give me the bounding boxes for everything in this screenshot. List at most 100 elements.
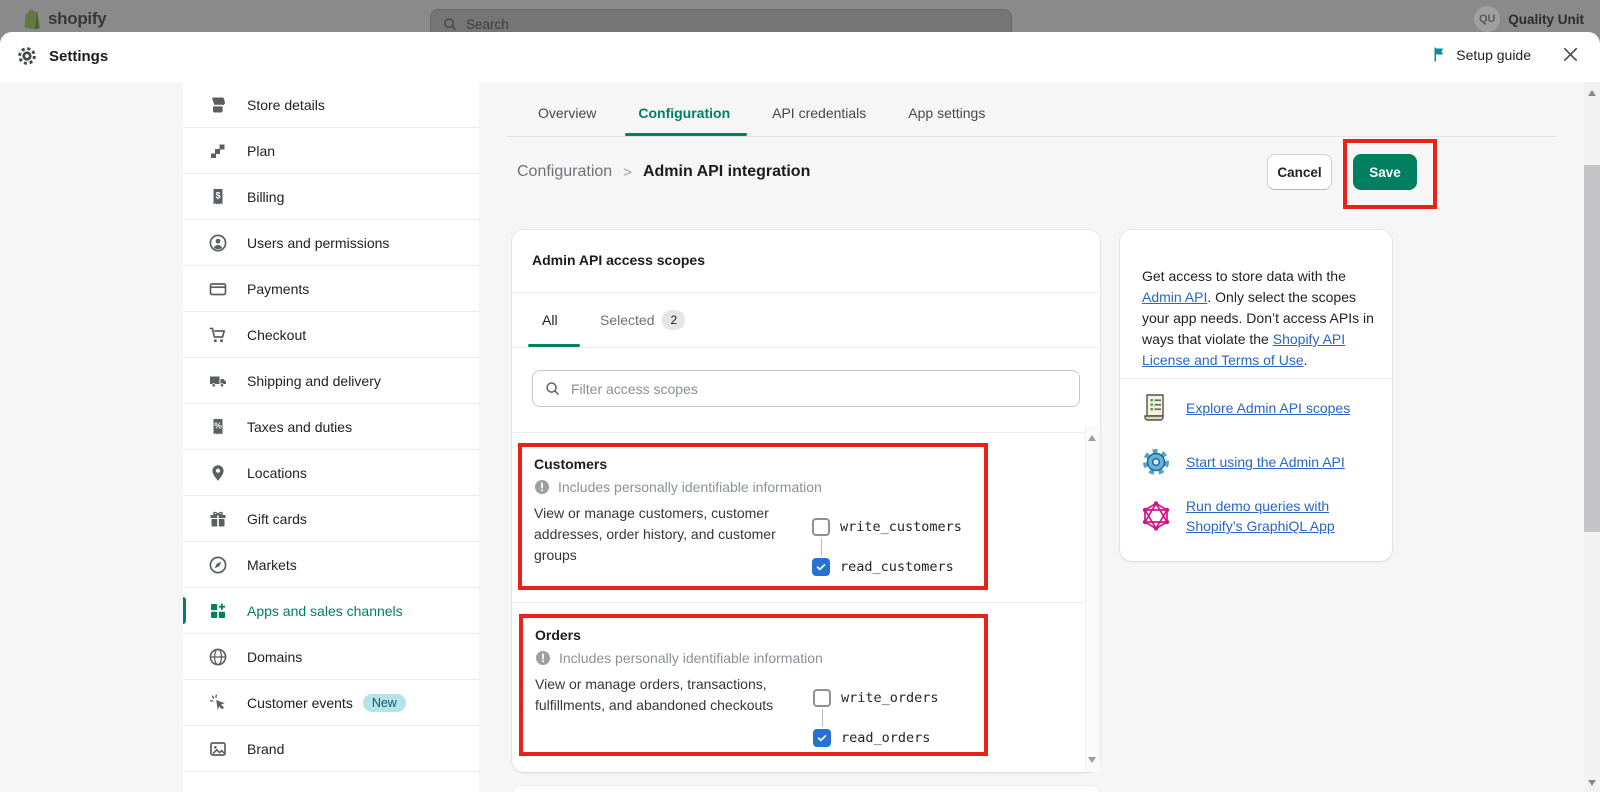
scroll-down-arrow[interactable] xyxy=(1088,757,1096,763)
shopify-logo: shopify xyxy=(22,7,107,30)
checkbox[interactable] xyxy=(813,689,831,707)
sidebar-item-checkout[interactable]: Checkout xyxy=(183,312,479,358)
compass-icon xyxy=(208,555,228,575)
sidebar-item-billing[interactable]: $ Billing xyxy=(183,174,479,220)
global-search-placeholder: Search xyxy=(466,16,509,32)
sidebar-item-payments[interactable]: Payments xyxy=(183,266,479,312)
graphiql-demo-link[interactable]: Run demo queries with Shopify’s GraphiQL… xyxy=(1186,496,1358,536)
globe-icon xyxy=(208,647,228,667)
sidebar-item-taxes[interactable]: % Taxes and duties xyxy=(183,404,479,450)
shopify-topbar: shopify Search QU Quality Unit xyxy=(0,0,1600,39)
api-info-card: Get access to store data with the Admin … xyxy=(1120,230,1392,561)
start-admin-api-link[interactable]: Start using the Admin API xyxy=(1186,452,1345,472)
setup-guide-button[interactable]: Setup guide xyxy=(1431,46,1531,63)
user-name: Quality Unit xyxy=(1508,11,1584,27)
filter-scopes-input[interactable] xyxy=(569,379,1067,398)
new-badge: New xyxy=(362,693,406,712)
tabs-divider xyxy=(506,136,1556,137)
settings-modal: Settings Setup guide Store details Plan … xyxy=(0,32,1600,792)
checkbox-write-customers[interactable]: write_customers xyxy=(812,517,962,537)
user-menu[interactable]: QU Quality Unit xyxy=(1474,6,1584,32)
checkbox[interactable] xyxy=(813,729,831,747)
page-scrollbar[interactable] xyxy=(1584,82,1600,792)
divider xyxy=(512,292,1100,293)
card-title: Admin API access scopes xyxy=(532,252,706,268)
sidebar-item-domains[interactable]: Domains xyxy=(183,634,479,680)
checkbox-read-customers[interactable]: read_customers xyxy=(812,557,962,577)
checkbox[interactable] xyxy=(812,558,830,576)
sidebar-item-apps-sales-channels[interactable]: Apps and sales channels xyxy=(183,588,479,634)
store-icon xyxy=(208,95,228,115)
cursor-sparkle-icon xyxy=(208,693,228,713)
checkbox-write-orders[interactable]: write_orders xyxy=(813,688,939,708)
admin-api-link[interactable]: Admin API xyxy=(1142,289,1207,305)
divider xyxy=(512,432,1085,433)
sidebar-item-markets[interactable]: Markets xyxy=(183,542,479,588)
filter-scopes-field xyxy=(532,370,1080,407)
apps-icon xyxy=(208,601,228,621)
sidebar-item-store-details[interactable]: Store details xyxy=(183,82,479,128)
settings-sidebar: Store details Plan $ Billing Users and p… xyxy=(183,82,479,792)
tab-all-scopes[interactable]: All xyxy=(542,312,558,328)
checkbox-read-orders[interactable]: read_orders xyxy=(813,728,939,748)
tab-configuration[interactable]: Configuration xyxy=(638,105,730,121)
settings-modal-header: Settings Setup guide xyxy=(0,32,1600,82)
next-card-edge xyxy=(512,786,1100,792)
breadcrumb-parent[interactable]: Configuration xyxy=(517,163,612,181)
api-info-text: Get access to store data with the Admin … xyxy=(1142,268,1374,368)
sidebar-item-partial xyxy=(183,772,479,792)
search-icon xyxy=(545,381,560,396)
scope-group-title: Orders xyxy=(535,627,581,643)
pii-note: Includes personally identifiable informa… xyxy=(558,479,822,495)
sidebar-item-brand[interactable]: Brand xyxy=(183,726,479,772)
sidebar-item-users-permissions[interactable]: Users and permissions xyxy=(183,220,479,266)
sidebar-item-plan[interactable]: Plan xyxy=(183,128,479,174)
location-pin-icon xyxy=(208,463,228,483)
svg-text:$: $ xyxy=(215,190,220,200)
explore-scopes-link[interactable]: Explore Admin API scopes xyxy=(1186,398,1350,418)
divider xyxy=(512,602,1085,603)
sidebar-item-shipping[interactable]: Shipping and delivery xyxy=(183,358,479,404)
cancel-button[interactable]: Cancel xyxy=(1267,154,1332,190)
tab-selected-scopes[interactable]: Selected 2 xyxy=(600,310,686,330)
scroll-icon xyxy=(1140,392,1172,424)
divider xyxy=(1120,378,1392,379)
tab-api-credentials[interactable]: API credentials xyxy=(772,105,866,121)
pii-note: Includes personally identifiable informa… xyxy=(559,650,823,666)
shopify-bag-icon xyxy=(22,7,42,30)
svg-text:%: % xyxy=(214,420,222,430)
annotation-box-orders: Orders Includes personally identifiable … xyxy=(519,614,988,756)
breadcrumb-separator: > xyxy=(623,163,632,181)
sidebar-item-locations[interactable]: Locations xyxy=(183,450,479,496)
avatar: QU xyxy=(1474,6,1501,32)
page-title: Settings xyxy=(49,47,109,65)
app-tabs: Overview Configuration API credentials A… xyxy=(538,105,985,121)
search-icon xyxy=(443,17,457,31)
info-icon xyxy=(534,479,550,495)
checkbox-connector xyxy=(821,538,822,556)
billing-icon: $ xyxy=(208,187,228,207)
checkbox[interactable] xyxy=(812,518,830,536)
scope-description: View or manage orders, transactions, ful… xyxy=(535,676,774,713)
plan-icon xyxy=(208,141,228,161)
scrollbar-thumb[interactable] xyxy=(1584,165,1600,532)
brand-icon xyxy=(208,739,228,759)
shopify-wordmark: shopify xyxy=(48,8,107,28)
tab-app-settings[interactable]: App settings xyxy=(908,105,985,121)
scroll-down-arrow[interactable] xyxy=(1587,780,1596,786)
admin-api-scopes-card: Admin API access scopes All Selected 2 C… xyxy=(512,230,1100,772)
info-icon xyxy=(535,650,551,666)
close-icon[interactable] xyxy=(1561,45,1580,64)
scroll-up-arrow[interactable] xyxy=(1088,435,1096,441)
tab-overview[interactable]: Overview xyxy=(538,105,596,121)
payments-icon xyxy=(208,279,228,299)
breadcrumb: Configuration > Admin API integration xyxy=(517,163,810,181)
gift-icon xyxy=(208,509,228,529)
scope-list-scrollbar[interactable] xyxy=(1085,426,1100,772)
save-button[interactable]: Save xyxy=(1353,154,1417,190)
selected-count-badge: 2 xyxy=(662,310,686,330)
sidebar-item-gift-cards[interactable]: Gift cards xyxy=(183,496,479,542)
sidebar-item-customer-events[interactable]: Customer events New xyxy=(183,680,479,726)
annotation-box-customers: Customers Includes personally identifiab… xyxy=(518,443,988,590)
scroll-up-arrow[interactable] xyxy=(1587,90,1596,96)
